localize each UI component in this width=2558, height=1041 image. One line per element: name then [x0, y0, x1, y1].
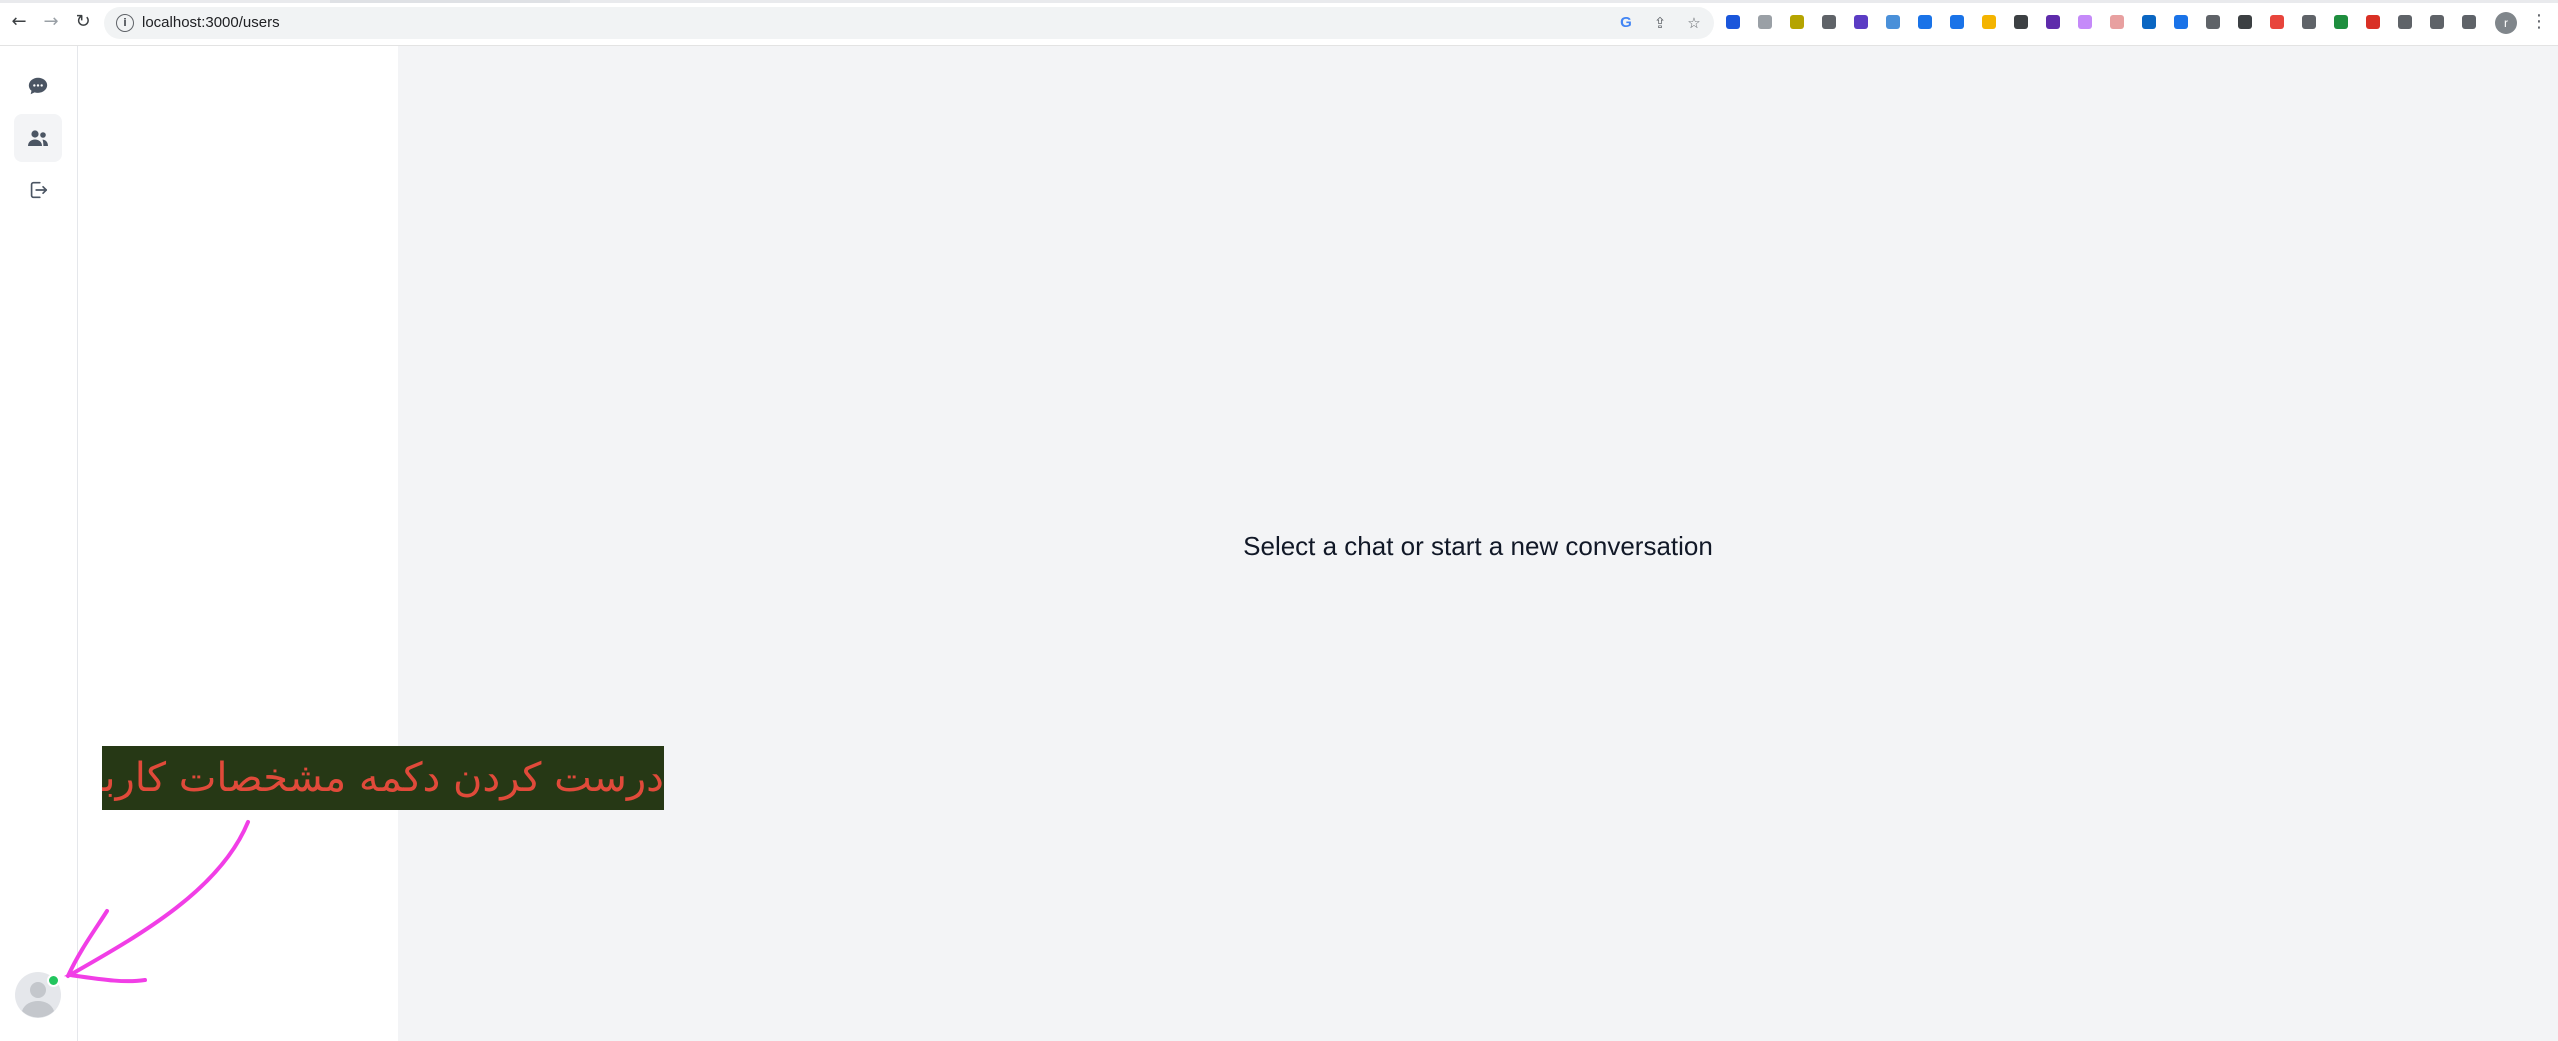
- extensions-puzzle-icon[interactable]: [2394, 11, 2416, 33]
- annotation-label: درست کردن دکمه مشخصات کاربری: [102, 746, 664, 810]
- tab-strip: [0, 0, 2558, 3]
- reload-icon[interactable]: ↻: [72, 11, 94, 33]
- online-status-dot: [47, 974, 60, 987]
- ext-keyboard-icon[interactable]: [1754, 11, 1776, 33]
- users-icon: [28, 130, 48, 146]
- users-list-panel: [78, 46, 398, 1041]
- share-icon[interactable]: ⇪: [1650, 13, 1670, 33]
- sidebar-item-chats[interactable]: [14, 62, 62, 110]
- ext-sun-icon[interactable]: [2202, 11, 2224, 33]
- logout-icon: [30, 181, 48, 199]
- ext-globe-icon[interactable]: [1882, 11, 1904, 33]
- ext-linkedin-icon[interactable]: [2138, 11, 2160, 33]
- empty-state-message: Select a chat or start a new conversatio…: [1243, 531, 1713, 561]
- google-lens-icon[interactable]: G: [1616, 13, 1636, 33]
- url-text[interactable]: localhost:3000/users: [142, 14, 280, 31]
- forward-icon[interactable]: →: [40, 11, 62, 33]
- back-icon[interactable]: ←: [8, 11, 30, 33]
- downloads-icon[interactable]: [2426, 11, 2448, 33]
- address-bar[interactable]: i localhost:3000/users G ⇪ ☆: [104, 7, 1714, 39]
- ext-capture-icon[interactable]: [2170, 11, 2192, 33]
- sidebar-rail: [0, 46, 78, 1041]
- ext-tools-icon[interactable]: [2010, 11, 2032, 33]
- ext-pen-icon[interactable]: [1978, 11, 2000, 33]
- ext-shield-icon[interactable]: [2330, 11, 2352, 33]
- profile-avatar[interactable]: r: [2495, 12, 2517, 34]
- side-panel-icon[interactable]: [2458, 11, 2480, 33]
- ext-block-icon[interactable]: [2234, 11, 2256, 33]
- conversation-area: Select a chat or start a new conversatio…: [398, 46, 2558, 1041]
- ext-qr-icon[interactable]: [1818, 11, 1840, 33]
- ext-record-icon[interactable]: [2362, 11, 2384, 33]
- sidebar-item-logout[interactable]: [14, 166, 62, 214]
- chat-icon: [28, 77, 48, 95]
- ext-blue-square-icon[interactable]: [1722, 11, 1744, 33]
- ext-purple-diamond-icon[interactable]: [1850, 11, 1872, 33]
- site-info-icon[interactable]: i: [116, 14, 134, 32]
- ext-yellow-green-icon[interactable]: [1786, 11, 1808, 33]
- sidebar-item-users[interactable]: [14, 114, 62, 162]
- app-root: Select a chat or start a new conversatio…: [0, 46, 2558, 1041]
- ext-feather-icon[interactable]: [2074, 11, 2096, 33]
- ext-download-arrow-icon[interactable]: [1946, 11, 1968, 33]
- ext-bracket-icon[interactable]: [2298, 11, 2320, 33]
- bookmark-star-icon[interactable]: ☆: [1684, 13, 1704, 33]
- ext-calendar-icon[interactable]: [2106, 11, 2128, 33]
- ext-adblock-icon[interactable]: [2266, 11, 2288, 33]
- annotation-text: درست کردن دکمه مشخصات کاربری: [102, 755, 664, 801]
- active-tab-indicator[interactable]: [330, 0, 570, 3]
- browser-toolbar: ← → ↻ i localhost:3000/users G ⇪ ☆ r ⋮: [0, 0, 2558, 46]
- ext-purple-circle-icon[interactable]: [2042, 11, 2064, 33]
- ext-window-icon[interactable]: [1914, 11, 1936, 33]
- extensions-bar: [1722, 11, 2480, 33]
- browser-menu-icon[interactable]: ⋮: [2530, 10, 2548, 34]
